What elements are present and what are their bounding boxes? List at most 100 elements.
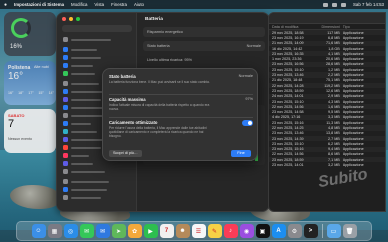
file-size: 3,3 MB — [328, 115, 340, 120]
file-row[interactable]: 16 dic 2025, 14:42 1,8 GB Applicazione — [269, 46, 385, 51]
file-row[interactable]: 22 nov 2025, 14:28 119,2 MB Applicazione — [269, 82, 385, 89]
battery-status-icon[interactable] — [331, 2, 337, 7]
file-row[interactable]: 23 nov 2025, 15:16 11,3 MB Applicazione — [269, 120, 385, 125]
file-row[interactable]: 23 nov 2025, 18:59 7,1 MB Applicazione — [269, 157, 385, 163]
podcasts-icon[interactable]: ◉ — [239, 224, 254, 238]
file-row[interactable]: 23 nov 2025, 16:35 4,1 MB Applicazione — [269, 51, 385, 57]
file-row[interactable]: 22 nov 2025, 14:56 8,6 MB Applicazione — [269, 152, 385, 157]
file-kind: Applicazione — [342, 99, 364, 104]
settings-search-input[interactable] — [62, 25, 132, 32]
file-row[interactable]: 22 nov 2025, 14:25 4,8 MB Applicazione — [269, 125, 385, 131]
safari-icon[interactable]: ◎ — [63, 224, 78, 238]
file-size: 1,8 GB — [328, 46, 340, 51]
notifications-icon — [63, 145, 68, 150]
apple-menu-icon[interactable]: ● — [4, 2, 7, 8]
file-size: 11,3 MB — [326, 120, 340, 125]
battery-widget[interactable]: 16% — [4, 12, 56, 56]
facetime-icon[interactable]: ▶ — [143, 224, 158, 238]
wifi-icon[interactable] — [322, 2, 328, 7]
file-row[interactable]: 23 nov 2025, 16:56 28,6 MB Applicazione — [269, 61, 385, 68]
file-size: 117 MB — [327, 30, 340, 35]
file-size: 4,8 MB — [328, 125, 340, 130]
file-date: 21 nov 2025, 14:09 — [272, 41, 304, 46]
file-date: 22 nov 2025, 14:56 — [272, 104, 304, 109]
maps-icon[interactable]: ➤ — [111, 224, 126, 238]
sidebar-item[interactable] — [63, 179, 131, 184]
file-date: 22 nov 2025, 14:56 — [272, 152, 304, 157]
photos-icon[interactable]: ✿ — [127, 224, 142, 238]
file-row[interactable]: 23 nov 2025, 13:46 13,8 MB Applicazione — [269, 131, 385, 136]
menu-vista[interactable]: Vista — [94, 2, 104, 7]
screensaver-icon — [63, 137, 68, 142]
battery-health-row[interactable]: Stato batteria Normale — [143, 41, 265, 51]
menu-app-name[interactable]: Impostazioni di Sistema — [14, 2, 64, 7]
folder-icon[interactable]: ▭ — [326, 224, 341, 238]
sidebar-item[interactable] — [63, 37, 131, 42]
file-row[interactable]: 23 nov 2025, 14:39 2,7 MB Applicazione — [269, 135, 385, 142]
sidebar-item[interactable] — [63, 169, 131, 174]
wallpaper-icon — [63, 129, 68, 134]
reminders-icon[interactable]: ☰ — [191, 224, 206, 238]
terminal-icon[interactable]: > — [303, 224, 318, 238]
done-button[interactable]: Fine — [231, 150, 251, 157]
messages-icon[interactable]: ✉ — [79, 224, 94, 238]
calendar-widget[interactable]: SABATO 7 Nessun evento — [4, 109, 56, 153]
launchpad-icon[interactable]: ▦ — [47, 224, 62, 238]
file-row[interactable]: 23 nov 2025, 15:10 4,3 MB Applicazione — [269, 99, 385, 104]
sidebar-item[interactable] — [63, 55, 131, 60]
file-row[interactable]: 23 nov 2025, 15:10 6,2 MB Applicazione — [269, 141, 385, 146]
minimize-window-icon[interactable] — [69, 17, 73, 21]
optimized-charging-toggle[interactable] — [242, 120, 253, 126]
calendar-icon[interactable]: 7 — [159, 224, 174, 238]
file-row[interactable]: 23 nov 2025, 18:59 12,6 MB Applicazione — [269, 88, 385, 93]
sidebar-item[interactable] — [63, 47, 131, 52]
control-center-icon[interactable] — [340, 2, 346, 7]
zoom-window-icon[interactable] — [76, 17, 80, 21]
weather-forecast: 16° 18° 17° 15° 14° — [8, 91, 54, 95]
file-date: 23 nov 2025, 14:58 — [272, 110, 304, 115]
file-kind: Applicazione — [342, 136, 364, 141]
close-window-icon[interactable] — [62, 17, 66, 21]
column-header-size[interactable]: Dimensioni — [321, 25, 343, 29]
file-row[interactable]: 23 nov 2025, 14:01 3,2 MB Applicazione — [269, 162, 385, 167]
file-row[interactable]: 21 nov 2025, 14:09 71,6 MB Applicazione — [269, 40, 385, 46]
capacity-description: Indica l'attuale misura di capacità dell… — [109, 103, 210, 111]
finder-icon[interactable]: ☺ — [31, 224, 46, 238]
last-charge-label: Livello ultima ricarica: 95% — [147, 58, 192, 62]
appstore-icon[interactable]: A — [271, 224, 286, 238]
file-kind: Applicazione — [342, 94, 364, 99]
file-kind: Applicazione — [342, 131, 364, 136]
column-header-date[interactable]: Data di modifica — [272, 25, 321, 29]
music-icon[interactable]: ♪ — [223, 224, 238, 238]
learn-more-button[interactable]: Scopri di più… — [109, 150, 142, 157]
tv-icon[interactable]: ▣ — [255, 224, 270, 238]
menu-finestra[interactable]: Finestra — [111, 2, 127, 7]
file-row[interactable]: 23 nov 2025, 13:46 2,2 MB Applicazione — [269, 72, 385, 78]
file-row[interactable]: 23 nov 2025, 15:16 9,4 MB Applicazione — [269, 146, 385, 152]
sidebar-item[interactable] — [63, 187, 131, 192]
file-row[interactable]: 21 dic 2025, 18:48 75,1 MB Applicazione — [269, 78, 385, 83]
menu-modifica[interactable]: Modifica — [71, 2, 87, 7]
sidebar-item[interactable] — [63, 195, 131, 200]
column-header-kind[interactable]: Tipo — [343, 25, 382, 29]
file-row[interactable]: 24 nov 2025, 14:01 2,9 MB Applicazione — [269, 93, 385, 99]
sidebar-item[interactable] — [63, 161, 131, 166]
energy-saving-row[interactable]: Risparmio energetico — [143, 27, 265, 37]
notes-icon[interactable]: ✎ — [207, 224, 222, 238]
status-area — [322, 2, 346, 7]
trash-icon[interactable]: 🗑 — [342, 224, 357, 238]
file-row[interactable]: 29 nov 2025, 18:58 117 MB Applicazione — [269, 30, 385, 36]
file-row[interactable]: 23 nov 2025, 14:58 9,5 MB Applicazione — [269, 109, 385, 114]
file-row[interactable]: 23 nov 2025, 15:10 1,2 MB Applicazione — [269, 67, 385, 72]
file-row[interactable]: 4 dic 2025, 17:16 3,3 MB Applicazione — [269, 114, 385, 121]
settings-icon[interactable]: ⚙ — [287, 224, 302, 238]
file-row[interactable]: 1 nov 2025, 23:36 20,6 MB Applicazione — [269, 56, 385, 61]
file-size: 2,2 MB — [328, 73, 340, 78]
file-row[interactable]: 22 nov 2025, 14:56 1,6 MB Applicazione — [269, 104, 385, 110]
menu-aiuto[interactable]: Aiuto — [134, 2, 144, 7]
file-row[interactable]: 23 nov 2025, 16:19 6,8 MB Applicazione — [269, 35, 385, 40]
contacts-icon[interactable]: ☻ — [175, 224, 190, 238]
menu-clock[interactable]: Sab 7 feb 14:53 — [353, 2, 384, 7]
mail-icon[interactable]: ✉ — [95, 224, 110, 238]
weather-widget[interactable]: Polistena 16° Alte nubi 16° 18° 17° 15° … — [4, 61, 56, 105]
